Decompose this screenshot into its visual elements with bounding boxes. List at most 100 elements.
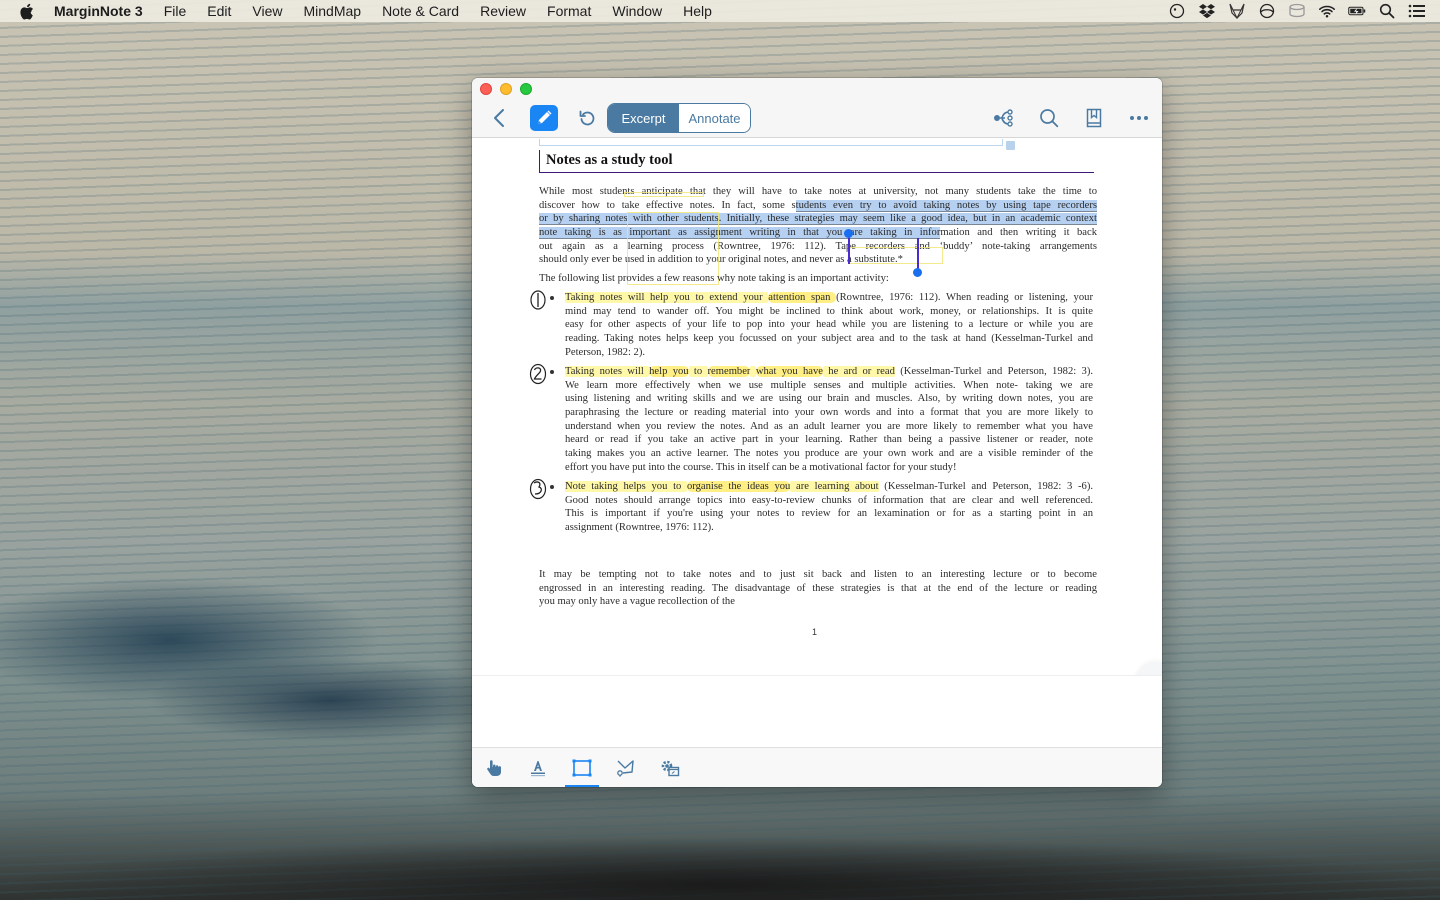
- text-line: heard or read if you take an active part…: [565, 433, 1093, 447]
- dropbox-icon[interactable]: [1198, 2, 1216, 20]
- ellipsis-icon: [1130, 116, 1148, 120]
- rectangle-select-icon: [572, 759, 592, 777]
- menu-mindmap[interactable]: MindMap: [303, 3, 361, 19]
- expand-panel-button[interactable]: [1135, 662, 1162, 675]
- excerpt-frame[interactable]: [539, 139, 1003, 146]
- menu-note-card[interactable]: Note & Card: [382, 3, 459, 19]
- time-machine-icon[interactable]: [1168, 2, 1186, 20]
- text-run: reading. Taking notes helps keep you foc…: [565, 333, 1093, 345]
- text-run: (Rowntree, 1976: 112). When reading or l…: [836, 292, 1093, 303]
- handwritten-number-2-icon: [529, 363, 547, 385]
- text-line: taking makes you an active learner. The …: [565, 447, 1093, 461]
- text-run: using listening and writing skills and w…: [565, 393, 1093, 405]
- menu-edit[interactable]: Edit: [207, 3, 231, 19]
- text-line: assignment (Rowntree, 1976: 112).: [565, 521, 1093, 535]
- pen-mode-button[interactable]: [530, 105, 558, 131]
- excerpt-rectangle[interactable]: [624, 192, 704, 197]
- bookmark-button[interactable]: [1084, 107, 1104, 129]
- menu-app-name[interactable]: MarginNote 3: [54, 3, 143, 19]
- battery-charging-icon[interactable]: [1348, 2, 1366, 20]
- database-icon[interactable]: [1288, 2, 1306, 20]
- bullet: [550, 370, 554, 374]
- text-run: Good notes should arrange topics into ea…: [565, 494, 1093, 506]
- text-highlight-tool-button[interactable]: [521, 756, 555, 780]
- wifi-icon[interactable]: [1318, 2, 1336, 20]
- text-line: discover how to take effective notes. In…: [539, 199, 1097, 213]
- menu-format[interactable]: Format: [547, 3, 591, 19]
- close-window-button[interactable]: [480, 83, 492, 95]
- tab-excerpt[interactable]: Excerpt: [608, 104, 679, 132]
- text-line: out again as a learning process (Rowntre…: [539, 240, 1097, 254]
- menu-review[interactable]: Review: [480, 3, 526, 19]
- lasso-tool-button[interactable]: [609, 756, 643, 780]
- rectangle-select-tool-button[interactable]: [565, 756, 599, 780]
- text-run: paraphrasing the lecture or reading mate…: [565, 407, 1093, 419]
- window-controls: [480, 83, 532, 95]
- more-options-button[interactable]: [1127, 107, 1151, 129]
- bookmark-book-icon: [1086, 108, 1102, 128]
- text-line: This is important if you're using your n…: [565, 507, 1093, 521]
- undo-button[interactable]: [576, 107, 598, 129]
- mindmap-icon: [994, 109, 1013, 127]
- text-run: We learn more effectively when we use mu…: [565, 379, 1093, 391]
- apple-menu-icon[interactable]: [19, 3, 37, 20]
- text-line: While most students anticipate that they…: [539, 185, 1097, 199]
- handwritten-number-3-icon: [529, 478, 547, 500]
- section-title: Notes as a study tool: [539, 150, 1094, 173]
- text-line: Note taking helps you to organise the id…: [565, 480, 1093, 494]
- hand-pointer-icon: [487, 760, 501, 776]
- highlighted-text[interactable]: are learning about: [790, 481, 879, 492]
- text-line: should only ever be used in addition to …: [539, 253, 1097, 267]
- mindmap-button[interactable]: [992, 107, 1016, 129]
- menu-file[interactable]: File: [164, 3, 187, 19]
- highlighted-text[interactable]: help you: [649, 366, 689, 377]
- sync-icon[interactable]: [1258, 2, 1276, 20]
- annotation-toolbar: [472, 747, 1162, 787]
- highlighted-text[interactable]: remember: [707, 366, 751, 377]
- highlighted-text[interactable]: organise the ideas you: [687, 481, 791, 492]
- minimize-window-button[interactable]: [500, 83, 512, 95]
- gitlab-fox-icon[interactable]: [1228, 2, 1246, 20]
- text-line: paraphrasing the lecture or reading mate…: [565, 406, 1093, 420]
- menu-window[interactable]: Window: [612, 3, 662, 19]
- list-item-text: Taking notes will help you to remember w…: [565, 365, 1093, 475]
- paragraph-list-intro: The following list provides a few reason…: [539, 273, 889, 284]
- chevron-left-icon: [494, 109, 504, 127]
- spotlight-search-icon[interactable]: [1378, 2, 1396, 20]
- highlighted-text[interactable]: to: [688, 366, 708, 377]
- notification-center-icon[interactable]: [1408, 2, 1426, 20]
- excerpt-rectangle[interactable]: [849, 247, 943, 264]
- pdf-document-view[interactable]: Notes as a study tool While most student…: [472, 139, 1162, 675]
- text-run: This is important if you're using your n…: [565, 508, 1093, 520]
- mode-segmented-control: Excerpt Annotate: [607, 103, 751, 133]
- text-line: mind may tend to wander off. You might b…: [565, 305, 1093, 319]
- highlighted-text[interactable]: he ard or read: [822, 366, 895, 377]
- highlighted-text[interactable]: attention span: [768, 292, 837, 303]
- highlighted-text[interactable]: Note taking helps you to: [565, 481, 687, 492]
- note-comment-icon[interactable]: [1006, 141, 1015, 150]
- text-run: While most students anticipate that they…: [539, 186, 1097, 197]
- menu-help[interactable]: Help: [683, 3, 712, 19]
- text-line: Taking notes will help you to extend you…: [565, 291, 1093, 305]
- menu-view[interactable]: View: [252, 3, 282, 19]
- highlighted-text[interactable]: what you have: [755, 366, 823, 377]
- selection-end-handle[interactable]: [917, 238, 919, 270]
- search-button[interactable]: [1038, 107, 1060, 129]
- selected-text[interactable]: note taking is as important as assignmen…: [539, 227, 941, 240]
- back-button[interactable]: [488, 106, 510, 130]
- highlighted-text[interactable]: Taking notes will: [565, 366, 650, 377]
- highlighted-text[interactable]: Taking notes will help you to extend you…: [565, 292, 769, 303]
- zoom-window-button[interactable]: [520, 83, 532, 95]
- text-line: effort you have put into the course. Thi…: [565, 461, 1093, 475]
- text-line: reading. Taking notes helps keep you foc…: [565, 332, 1093, 346]
- selected-text[interactable]: or by sharing notes with other students.…: [539, 213, 1097, 226]
- tab-annotate[interactable]: Annotate: [679, 104, 750, 132]
- selected-text[interactable]: tudents even try to avoid taking notes b…: [795, 199, 1097, 212]
- tool-settings-button[interactable]: [653, 756, 687, 780]
- selection-start-knob[interactable]: [844, 229, 853, 238]
- marginnote-window: Excerpt Annotate Notes as a study tool W…: [472, 78, 1162, 787]
- bullet: [550, 485, 554, 489]
- hand-tool-button[interactable]: [477, 756, 511, 780]
- highlighted-text[interactable]: [750, 366, 756, 377]
- text-run: (Kesselman-Turkel and Peterson, 1982: 3)…: [894, 366, 1093, 377]
